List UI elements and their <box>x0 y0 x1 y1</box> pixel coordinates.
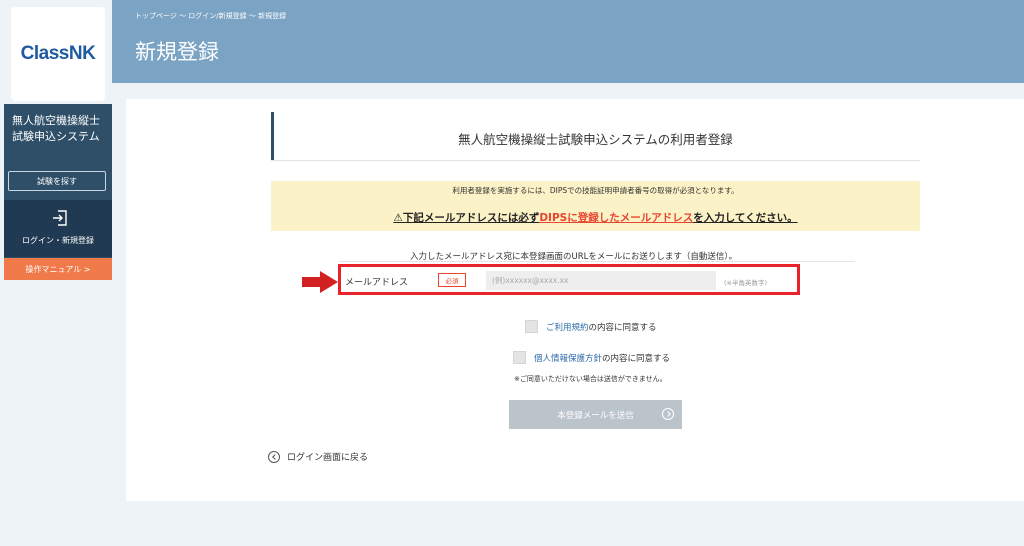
send-registration-email-button[interactable]: 本登録メールを送信 <box>509 400 682 429</box>
consent-disclaimer: ※ご同意いただけない場合は送信ができません。 <box>514 375 667 383</box>
privacy-agree-label: の内容に同意する <box>602 353 671 364</box>
email-label: メールアドレス <box>345 278 409 288</box>
notice-line2: ⚠下記メールアドレスには必ずDIPSに登録したメールアドレスを入力してください。 <box>271 210 920 225</box>
manual-button[interactable]: 操作マニュアル > <box>4 258 112 280</box>
notice-line1: 利用者登録を実施するには、DIPSでの技能証明申請者番号の取得が必須となります。 <box>452 186 739 195</box>
system-name-line1: 無人航空機操縦士 <box>12 114 100 127</box>
terms-link[interactable]: ご利用規約 <box>546 321 589 333</box>
arrow-right-icon <box>302 271 338 293</box>
logo-text: ClassNK <box>20 43 96 64</box>
notice-prefix: ⚠下記メールアドレスには必ず <box>393 212 540 224</box>
back-to-login-link[interactable]: ログイン画面に戻る <box>268 450 368 463</box>
section-title: 無人航空機操縦士試験申込システムの利用者登録 <box>458 132 733 147</box>
notice-highlight: DIPSに登録したメールアドレス <box>539 212 694 224</box>
privacy-agree-row[interactable]: 個人情報保護方針 の内容に同意する <box>513 351 670 364</box>
email-field[interactable] <box>486 271 716 290</box>
search-exam-button[interactable]: 試験を探す <box>8 171 106 191</box>
notice-suffix: を入力してください。 <box>693 212 798 224</box>
chevron-left-icon <box>268 450 280 463</box>
privacy-link[interactable]: 個人情報保護方針 <box>534 352 602 364</box>
terms-agree-label: の内容に同意する <box>588 322 657 333</box>
submit-label: 本登録メールを送信 <box>557 411 634 421</box>
terms-agree-row[interactable]: ご利用規約 の内容に同意する <box>525 320 657 333</box>
login-icon <box>53 210 67 226</box>
classnk-logo[interactable]: ClassNK <box>11 7 105 101</box>
chevron-right-icon <box>662 408 674 420</box>
breadcrumb[interactable]: トップページ ～ ログイン/新規登録 ～ 新規登録 <box>135 11 286 21</box>
required-badge: 必須 <box>438 273 466 287</box>
privacy-checkbox[interactable] <box>513 351 526 364</box>
email-hint: (※半角英数字) <box>724 279 768 287</box>
terms-checkbox[interactable] <box>525 320 538 333</box>
page-header: トップページ ～ ログイン/新規登録 ～ 新規登録 新規登録 <box>112 0 1024 83</box>
system-name: 無人航空機操縦士 試験申込システム <box>12 113 108 145</box>
divider <box>339 261 855 262</box>
page-title: 新規登録 <box>135 40 219 64</box>
email-field-row: メールアドレス 必須 (※半角英数字) <box>338 264 800 295</box>
sidebar-item-label: ログイン・新規登録 <box>22 236 94 245</box>
back-to-login-label: ログイン画面に戻る <box>287 453 369 463</box>
sidebar-item-login[interactable]: ログイン・新規登録 <box>4 200 112 257</box>
system-name-line2: 試験申込システム <box>12 130 100 143</box>
notice-box: 利用者登録を実施するには、DIPSでの技能証明申請者番号の取得が必須となります。… <box>271 181 920 231</box>
sidebar: ClassNK 無人航空機操縦士 試験申込システム 試験を探す ログイン・新規登… <box>0 0 112 546</box>
section-header: 無人航空機操縦士試験申込システムの利用者登録 <box>271 112 920 161</box>
